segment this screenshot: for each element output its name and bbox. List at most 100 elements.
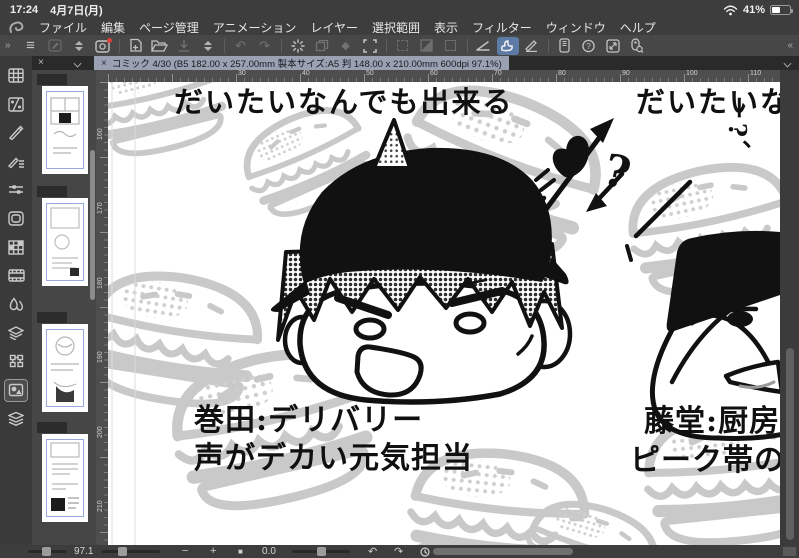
page-manager-icon[interactable] [5,65,27,86]
menu-file[interactable]: ファイル [39,19,87,36]
panel-chevron-down-icon[interactable] [74,59,82,67]
story-editor-icon[interactable] [5,94,27,115]
ruler-label: 110 [750,70,762,77]
page-thumbnail-panel [32,70,96,545]
crop-frame-icon[interactable] [359,37,381,55]
clock: 17:24 [10,4,39,16]
svg-text:?: ? [586,41,591,51]
menu-view[interactable]: 表示 [434,19,458,36]
caption-todo: 藤堂:厨房 ピーク帯の [630,404,780,478]
new-canvas-icon[interactable] [125,37,147,55]
tool-palette-icon[interactable] [5,122,27,143]
brush-tool-icon[interactable] [496,36,519,55]
ruler-label: 170 [97,202,104,214]
reset-view-icon[interactable] [420,547,430,558]
zoom-pin-icon[interactable] [626,37,648,55]
menu-animation[interactable]: アニメーション [213,19,297,36]
page-panel-scrollbar[interactable] [90,150,95,300]
zoom-slider[interactable] [102,547,160,556]
page-thumbnail-3[interactable] [42,324,88,412]
layer-template-icon[interactable] [5,351,27,372]
tab-list-chevron-icon[interactable] [784,59,792,67]
rotation-slider[interactable] [292,547,350,556]
duplicate-icon[interactable] [311,37,333,55]
drawing-canvas[interactable]: ? だいたいなんでも出来る だいたいな ー?、 巻田:デリバリー 声がデカい元気… [108,82,780,545]
menu-page-manage[interactable]: ページ管理 [139,19,199,36]
layers-stack-icon[interactable] [5,408,27,429]
document-tab[interactable]: × コミック 4/30 (B5 182.00 x 257.00mm 製本サイズ:… [94,56,509,70]
blend-palette-icon[interactable] [5,294,27,315]
tool-up-down-icon[interactable] [68,37,90,55]
menu-layer[interactable]: レイヤー [310,19,358,36]
right-scroll-strip [780,70,799,545]
collapse-left-icon[interactable]: » [5,40,11,51]
ruler-label: 80 [558,70,566,77]
vertical-scrollbar[interactable] [786,348,794,540]
page-thumbnail-2[interactable] [42,198,88,286]
page-separator [37,186,67,197]
selection-marquee-icon[interactable] [392,37,414,55]
bottom-status-bar: 97.1 − + ■ 0.0 ↶ ↷ [0,545,799,558]
layer-palette-icon[interactable] [4,378,28,402]
undo-icon[interactable]: ↶ [230,37,252,55]
shape-diamond-icon[interactable]: ◆ [335,37,357,55]
page-thumbnail-4[interactable] [42,434,88,522]
brush-size-palette-icon[interactable] [5,208,27,229]
zoom-in-button[interactable]: + [210,545,216,557]
battery-percent: 41% [742,4,765,16]
line-tool-icon[interactable] [473,37,495,55]
zoom-out-button[interactable]: − [182,545,188,557]
rotate-cw-button[interactable]: ↷ [394,545,403,558]
sub-tool-palette-icon[interactable] [5,151,27,172]
fit-view-button[interactable]: ■ [238,547,243,556]
layer-property-icon[interactable] [5,322,27,343]
redo-icon[interactable]: ↷ [254,37,276,55]
rotate-ccw-button[interactable]: ↶ [368,545,377,558]
menu-selection[interactable]: 選択範囲 [372,19,420,36]
resize-corner [783,547,796,556]
canvas-headline-text: だいたいなんでも出来る [174,85,514,119]
menu-edit[interactable]: 編集 [101,19,125,36]
horizontal-scrollbar[interactable] [433,548,573,555]
svg-text:?: ? [598,145,635,201]
ruler-label: 160 [97,128,104,140]
caption-makita: 巻田:デリバリー 声がデカい元気担当 [194,403,473,476]
menu-window[interactable]: ウィンドウ [546,19,606,36]
open-file-icon[interactable] [149,37,171,55]
menu-filter[interactable]: フィルター [472,19,532,36]
selection-frame-icon[interactable] [440,37,462,55]
file-up-down-icon[interactable] [197,37,219,55]
battery-icon [770,5,793,15]
zoom-percent-value: 97.1 [74,546,94,557]
clip-studio-logo-icon[interactable] [8,21,25,34]
save-icon[interactable] [173,37,195,55]
color-set-icon[interactable] [5,237,27,258]
page-thumbnail-1[interactable] [42,86,88,174]
tab-close-icon[interactable]: × [101,58,107,69]
ruler-label: 60 [430,70,438,77]
fullscreen-icon[interactable] [602,37,624,55]
ruler-label: 50 [366,70,374,77]
canvas-vertical-note: ー?、 [723,96,752,168]
collapse-right-icon[interactable]: « [787,40,793,51]
document-tab-bar: × × コミック 4/30 (B5 182.00 x 257.00mm 製本サイ… [0,56,799,70]
trim-marks [46,203,84,281]
ruler-label: 90 [622,70,630,77]
clip-studio-app-icon[interactable] [92,37,114,55]
processing-icon[interactable] [287,37,309,55]
menu-help[interactable]: ヘルプ [620,19,656,36]
help-icon[interactable]: ? [578,37,600,55]
main-menu-icon[interactable]: ≡ [20,37,42,55]
trim-marks [46,329,84,407]
pen-tool-icon[interactable] [521,37,543,55]
tool-property-icon[interactable] [5,179,27,200]
edit-pen-icon[interactable] [44,37,66,55]
selection-fill-icon[interactable] [416,37,438,55]
ruler-label: 100 [686,70,698,77]
thumbnail-size-slider[interactable] [28,547,66,556]
panel-close-icon[interactable]: × [38,57,44,68]
device-preview-icon[interactable] [554,37,576,55]
timeline-icon[interactable] [5,265,27,286]
tab-title: コミック 4/30 (B5 182.00 x 257.00mm 製本サイズ:A5… [111,59,502,70]
trim-marks [46,91,84,169]
